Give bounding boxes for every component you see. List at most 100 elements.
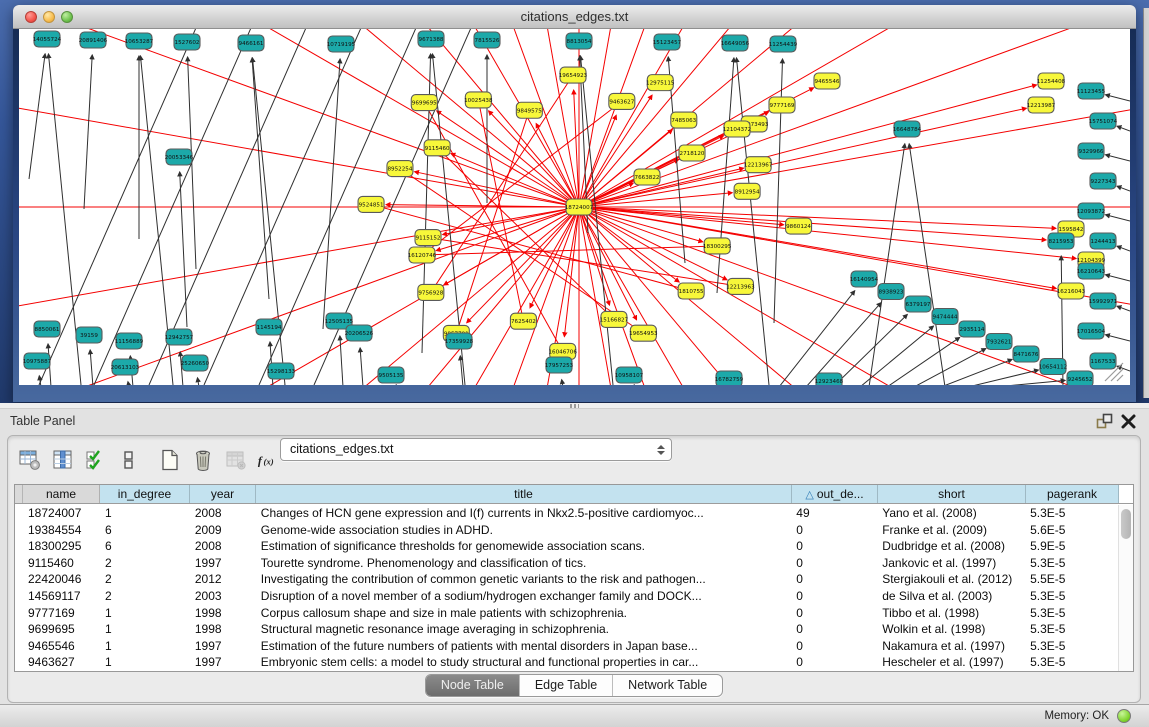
network-window-titlebar[interactable]: citations_edges.txt [13, 5, 1136, 29]
graph-node[interactable]: 9465546 [814, 73, 840, 89]
graph-node[interactable]: 10958107 [615, 367, 644, 383]
graph-node[interactable]: 9756928 [418, 284, 444, 300]
graph-node[interactable]: 9849575 [516, 102, 542, 118]
graph-node[interactable]: 2935114 [959, 321, 985, 337]
graph-node[interactable]: 7932621 [986, 334, 1012, 350]
graph-node[interactable]: 9115152 [415, 230, 441, 246]
graph-node[interactable]: 7625402 [510, 313, 536, 329]
table-row[interactable]: 1456911722003Disruption of a novel membe… [15, 588, 1118, 605]
graph-node[interactable]: 10025438 [464, 92, 493, 108]
graph-node[interactable]: 10654112 [1039, 359, 1067, 375]
close-panel-icon[interactable] [1120, 413, 1137, 430]
graph-node[interactable]: 11123455 [1077, 83, 1106, 99]
graph-node[interactable]: 16210643 [1077, 263, 1106, 279]
graph-node[interactable]: 2718120 [679, 145, 705, 161]
column-visibility-icon[interactable] [51, 448, 75, 472]
table-selector-dropdown[interactable]: citations_edges.txt [280, 438, 672, 461]
graph-node[interactable]: 20206526 [345, 325, 374, 341]
graph-node[interactable]: 20891406 [79, 32, 108, 48]
table-scrollbar[interactable] [1118, 505, 1133, 671]
graph-node[interactable]: 16216043 [1057, 283, 1086, 299]
column-header-out_de[interactable]: △out_de... [792, 485, 878, 503]
graph-node[interactable]: 15166827 [600, 311, 629, 327]
graph-node[interactable]: 9777169 [769, 97, 795, 113]
graph-node[interactable]: 19654923 [559, 67, 588, 83]
column-header-title[interactable]: title [256, 485, 792, 503]
graph-node[interactable]: 19654953 [629, 325, 658, 341]
graph-node[interactable]: 12104372 [723, 121, 751, 137]
column-header-name[interactable]: name [23, 485, 100, 503]
delete-table-icon[interactable] [224, 448, 248, 472]
graph-node[interactable]: 9524851 [358, 196, 384, 212]
graph-node[interactable]: 1810755 [678, 283, 704, 299]
graph-node[interactable]: 9474444 [932, 309, 958, 325]
graph-node[interactable]: 16648784 [893, 121, 922, 137]
graph-node[interactable]: 9329966 [1078, 143, 1104, 159]
graph-node[interactable]: 15751074 [1089, 113, 1118, 129]
graph-node[interactable]: 10653287 [125, 33, 154, 49]
graph-node[interactable]: 8471676 [1013, 346, 1039, 362]
table-row[interactable]: 977716911998Corpus callosum shape and si… [15, 605, 1118, 622]
graph-node[interactable]: 17359928 [445, 333, 474, 349]
graph-node[interactable]: 20053346 [165, 149, 194, 165]
tab-node-table[interactable]: Node Table [426, 675, 520, 696]
graph-node[interactable]: 1244413 [1090, 233, 1116, 249]
graph-node[interactable]: 8912954 [734, 183, 760, 199]
graph-node[interactable]: 9463627 [609, 93, 635, 109]
graph-node[interactable]: 8850061 [34, 321, 60, 337]
new-table-icon[interactable] [158, 448, 182, 472]
table-row[interactable]: 1830029562008Estimation of significance … [15, 538, 1118, 555]
graph-node[interactable]: 1527602 [174, 34, 200, 50]
network-graph-canvas[interactable]: 1830029512213963181075519654953151668271… [19, 29, 1130, 385]
graph-node[interactable]: 15992971 [1089, 293, 1118, 309]
graph-node[interactable]: 11156889 [115, 333, 144, 349]
graph-node[interactable]: 17016504 [1077, 323, 1106, 339]
graph-node[interactable]: 8938923 [878, 284, 904, 300]
tab-network-table[interactable]: Network Table [613, 675, 722, 696]
graph-node[interactable]: 9699695 [411, 95, 437, 111]
graph-node[interactable]: 7485063 [671, 112, 697, 128]
graph-node[interactable]: 9466161 [238, 35, 264, 51]
graph-node[interactable]: 16140954 [850, 271, 879, 287]
table-row[interactable]: 911546021997Tourette syndrome. Phenomeno… [15, 555, 1118, 572]
graph-node[interactable]: 9245652 [1067, 371, 1093, 385]
graph-node[interactable]: 7663822 [634, 169, 660, 185]
table-row[interactable]: 1938455462009Genome-wide association stu… [15, 522, 1118, 539]
graph-node[interactable]: 15298133 [267, 363, 296, 379]
graph-node[interactable]: 16120746 [408, 247, 437, 263]
graph-node[interactable]: 15123457 [653, 34, 682, 50]
graph-node[interactable]: 12942757 [165, 329, 194, 345]
graph-node[interactable]: 12975115 [646, 75, 675, 91]
graph-node[interactable]: 12093872 [1077, 203, 1105, 219]
graph-node[interactable]: 18724007 [565, 199, 594, 215]
select-all-icon[interactable] [84, 448, 108, 472]
column-header-year[interactable]: year [190, 485, 256, 503]
graph-node[interactable]: 12213987 [1027, 97, 1056, 113]
graph-node[interactable]: 11254408 [1037, 73, 1066, 89]
table-scrollbar-thumb[interactable] [1121, 509, 1131, 539]
graph-node[interactable]: 39159 [76, 327, 102, 343]
column-header-pagerank[interactable]: pagerank [1026, 485, 1119, 503]
table-row[interactable]: 946554611997Estimation of the future num… [15, 638, 1118, 655]
graph-node[interactable]: 20613103 [111, 359, 140, 375]
graph-node[interactable]: 14055724 [33, 31, 62, 47]
graph-node[interactable]: 1167533 [1090, 353, 1116, 369]
unselect-all-icon[interactable] [117, 448, 141, 472]
graph-node[interactable]: 8215953 [1048, 233, 1074, 249]
column-header-in_degree[interactable]: in_degree [100, 485, 190, 503]
table-settings-icon[interactable] [18, 448, 42, 472]
graph-node[interactable]: 9227343 [1090, 173, 1116, 189]
graph-node[interactable]: 9671388 [418, 31, 444, 47]
graph-node[interactable]: 10719195 [327, 36, 356, 52]
memory-status-indicator[interactable] [1117, 709, 1131, 723]
graph-node[interactable]: 1145194 [256, 319, 282, 335]
graph-node[interactable]: 12213967 [744, 157, 773, 173]
tab-edge-table[interactable]: Edge Table [520, 675, 613, 696]
table-row[interactable]: 1872400712008Changes of HCN gene express… [15, 505, 1118, 522]
graph-node[interactable]: 8952254 [387, 161, 413, 177]
column-header-short[interactable]: short [878, 485, 1026, 503]
function-builder-icon[interactable]: f(x) [257, 448, 281, 472]
graph-node[interactable]: 9505135 [378, 367, 404, 383]
graph-node[interactable]: 12923468 [815, 373, 844, 385]
delete-rows-icon[interactable] [191, 448, 215, 472]
